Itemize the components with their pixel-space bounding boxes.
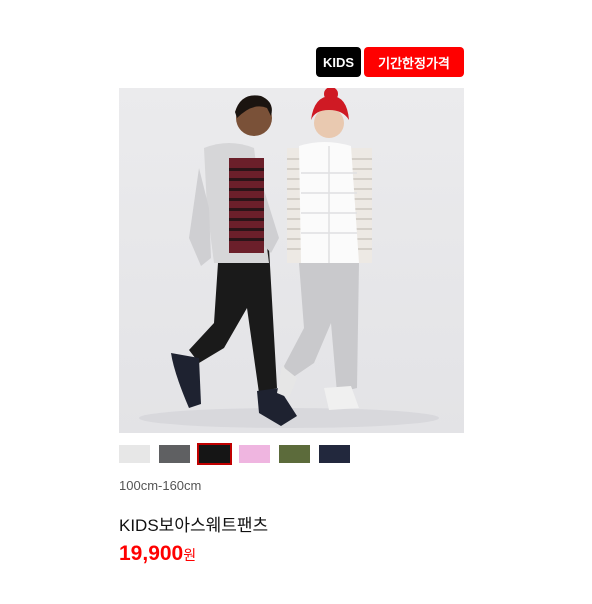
- color-swatch-dark-gray[interactable]: [159, 445, 190, 463]
- color-swatch-pink[interactable]: [239, 445, 270, 463]
- limited-price-badge: 기간한정가격: [364, 47, 464, 77]
- product-image[interactable]: [119, 88, 464, 433]
- price-amount: 19,900: [119, 542, 184, 565]
- color-swatch-olive[interactable]: [279, 445, 310, 463]
- girl-figure: [277, 88, 372, 410]
- color-swatches: [119, 443, 350, 465]
- size-range: 100cm-160cm: [119, 478, 202, 493]
- price-currency: 원: [183, 547, 197, 563]
- kids-badge: KIDS: [316, 47, 361, 77]
- product-name[interactable]: KIDS보아스웨트팬츠: [119, 511, 268, 536]
- color-swatch-black[interactable]: [197, 443, 232, 465]
- boy-figure: [171, 95, 297, 426]
- color-swatch-light-gray[interactable]: [119, 445, 150, 463]
- color-swatch-navy[interactable]: [319, 445, 350, 463]
- badge-group: KIDS 기간한정가격: [316, 47, 464, 77]
- product-price: 19,900원: [119, 542, 196, 566]
- product-card[interactable]: KIDS 기간한정가격 100cm-160cm KIDS보아스웨트팬츠 19,9…: [0, 0, 592, 604]
